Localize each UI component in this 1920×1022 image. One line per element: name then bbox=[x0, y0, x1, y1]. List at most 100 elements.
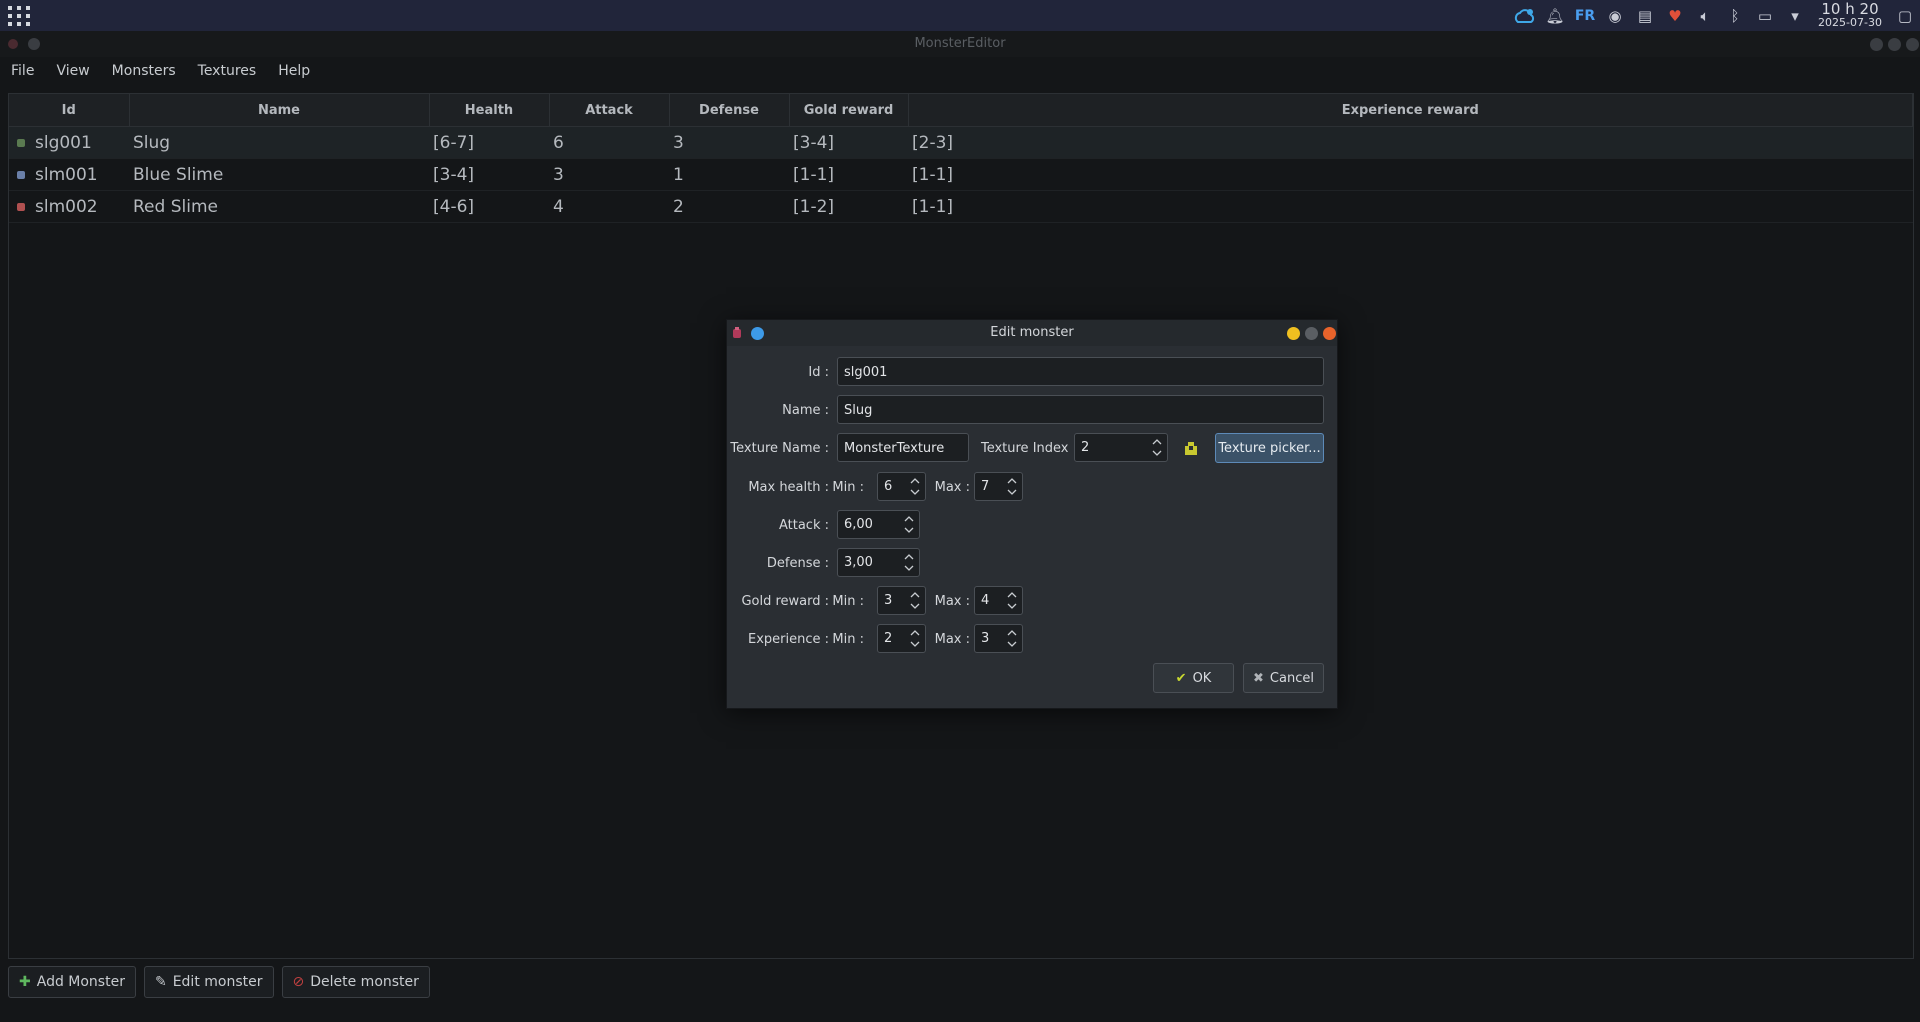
action-bar: ✚ Add Monster ✎ Edit monster ⊘ Delete mo… bbox=[8, 966, 430, 998]
dialog-close-button[interactable] bbox=[1323, 327, 1336, 340]
column-header-attack[interactable]: Attack bbox=[549, 94, 670, 127]
dialog-title: Edit monster bbox=[990, 325, 1074, 340]
spin-arrows-icon[interactable] bbox=[909, 589, 921, 612]
health-min-spinbox[interactable]: 6 bbox=[877, 472, 926, 501]
system-tray: 🔔︎ FR ◉ ▤ ♥ 🔈︎ ᛒ ▭ ▾ 10 h 20 2025-07-30 … bbox=[1510, 0, 1920, 31]
spin-arrows-icon[interactable] bbox=[1006, 627, 1018, 650]
volume-icon[interactable]: 🔈︎ bbox=[1690, 0, 1720, 31]
spin-arrows-icon[interactable] bbox=[909, 475, 921, 498]
weather-icon[interactable] bbox=[1510, 0, 1540, 31]
menu-monsters[interactable]: Monsters bbox=[101, 63, 187, 79]
max-health-label: Max health : bbox=[748, 480, 829, 495]
keyboard-layout-indicator[interactable]: FR bbox=[1570, 0, 1600, 31]
tray-expand-icon[interactable]: ▾ bbox=[1780, 0, 1810, 31]
cell-name: Slug bbox=[129, 126, 429, 159]
attack-spinbox[interactable]: 6,00 bbox=[837, 510, 920, 539]
health-max-label: Max : bbox=[934, 480, 970, 495]
exp-max-spinbox[interactable]: 3 bbox=[974, 624, 1023, 653]
dialog-minimize-button[interactable] bbox=[1287, 327, 1300, 340]
gold-min-label: Min : bbox=[832, 594, 864, 609]
health-max-value: 7 bbox=[981, 479, 990, 494]
gold-max-spinbox[interactable]: 4 bbox=[974, 586, 1023, 615]
column-header-gold-reward[interactable]: Gold reward bbox=[789, 94, 909, 127]
display-icon[interactable]: ▭ bbox=[1750, 0, 1780, 31]
cell-defense: 1 bbox=[669, 158, 789, 191]
system-panel: 🔔︎ FR ◉ ▤ ♥ 🔈︎ ᛒ ▭ ▾ 10 h 20 2025-07-30 … bbox=[0, 0, 1920, 31]
cell-id: slm002 bbox=[35, 196, 98, 217]
table-header: Id Name Health Attack Defense Gold rewar… bbox=[9, 94, 1913, 127]
gold-min-spinbox[interactable]: 3 bbox=[877, 586, 926, 615]
night-light-icon[interactable]: ♥ bbox=[1660, 0, 1690, 31]
x-icon: ✖ bbox=[1253, 670, 1264, 686]
spin-arrows-icon[interactable] bbox=[1151, 436, 1163, 459]
ok-button[interactable]: ✔ OK bbox=[1153, 663, 1234, 693]
spin-arrows-icon[interactable] bbox=[909, 627, 921, 650]
cell-defense: 3 bbox=[669, 126, 789, 159]
cell-gold: [1-1] bbox=[789, 158, 908, 191]
cell-id: slm001 bbox=[35, 164, 98, 185]
dialog-maximize-button[interactable] bbox=[1305, 327, 1318, 340]
user-icon[interactable]: ◉ bbox=[1600, 0, 1630, 31]
texture-index-spinbox[interactable]: 2 bbox=[1074, 433, 1168, 462]
app-launcher-icon[interactable] bbox=[8, 6, 30, 26]
menu-help[interactable]: Help bbox=[267, 63, 321, 79]
clock-time: 10 h 20 bbox=[1821, 0, 1879, 18]
close-button[interactable] bbox=[1906, 38, 1919, 51]
notifications-icon[interactable]: 🔔︎ bbox=[1540, 0, 1570, 31]
clipboard-icon[interactable]: ▤ bbox=[1630, 0, 1660, 31]
column-header-defense[interactable]: Defense bbox=[669, 94, 790, 127]
table-row[interactable]: slg001 Slug [6-7] 6 3 [3-4] [2-3] bbox=[9, 126, 1913, 159]
window-menu-icon[interactable] bbox=[28, 38, 40, 50]
column-header-name[interactable]: Name bbox=[129, 94, 430, 127]
clock[interactable]: 10 h 20 2025-07-30 bbox=[1810, 0, 1890, 30]
minimize-button[interactable] bbox=[1870, 38, 1883, 51]
name-field[interactable]: Slug bbox=[837, 395, 1324, 424]
id-field[interactable]: slg001 bbox=[837, 357, 1324, 386]
texture-picker-button[interactable]: Texture picker... bbox=[1215, 433, 1324, 463]
ok-label: OK bbox=[1192, 670, 1212, 686]
id-label: Id : bbox=[808, 365, 829, 380]
cell-id: slg001 bbox=[35, 132, 92, 153]
table-row[interactable]: slm001 Blue Slime [3-4] 3 1 [1-1] [1-1] bbox=[9, 158, 1913, 191]
texture-index-label: Texture Index : bbox=[980, 441, 1077, 456]
column-header-experience-reward[interactable]: Experience reward bbox=[908, 94, 1913, 127]
defense-spinbox[interactable]: 3,00 bbox=[837, 548, 920, 577]
texture-index-value: 2 bbox=[1081, 440, 1090, 455]
cell-health: [4-6] bbox=[429, 190, 549, 223]
attack-value: 6,00 bbox=[844, 517, 873, 532]
cancel-label: Cancel bbox=[1269, 670, 1314, 686]
health-max-spinbox[interactable]: 7 bbox=[974, 472, 1023, 501]
cell-exp: [2-3] bbox=[908, 126, 1913, 159]
menu-view[interactable]: View bbox=[45, 63, 100, 79]
menu-textures[interactable]: Textures bbox=[187, 63, 268, 79]
column-header-health[interactable]: Health bbox=[429, 94, 550, 127]
cell-defense: 2 bbox=[669, 190, 789, 223]
cell-attack: 6 bbox=[549, 126, 669, 159]
table-row[interactable]: slm002 Red Slime [4-6] 4 2 [1-2] [1-1] bbox=[9, 190, 1913, 223]
exp-min-spinbox[interactable]: 2 bbox=[877, 624, 926, 653]
check-icon: ✔ bbox=[1175, 670, 1187, 686]
exp-max-label: Max : bbox=[934, 632, 970, 647]
exp-min-value: 2 bbox=[884, 631, 893, 646]
menu-file[interactable]: File bbox=[0, 63, 45, 79]
texture-name-field[interactable]: MonsterTexture bbox=[837, 433, 969, 462]
spin-arrows-icon[interactable] bbox=[903, 513, 915, 536]
edit-monster-button[interactable]: ✎ Edit monster bbox=[143, 966, 274, 998]
add-monster-button[interactable]: ✚ Add Monster bbox=[8, 966, 136, 998]
column-header-id[interactable]: Id bbox=[9, 94, 130, 127]
show-desktop-icon[interactable]: ▢ bbox=[1890, 0, 1920, 31]
delete-monster-button[interactable]: ⊘ Delete monster bbox=[281, 966, 430, 998]
cell-attack: 3 bbox=[549, 158, 669, 191]
experience-label: Experience : bbox=[747, 632, 829, 647]
spin-arrows-icon[interactable] bbox=[903, 551, 915, 574]
spin-arrows-icon[interactable] bbox=[1006, 589, 1018, 612]
monster-icon bbox=[17, 170, 25, 179]
cancel-button[interactable]: ✖ Cancel bbox=[1243, 663, 1324, 693]
health-min-label: Min : bbox=[832, 480, 864, 495]
spin-arrows-icon[interactable] bbox=[1006, 475, 1018, 498]
keep-above-icon[interactable] bbox=[751, 327, 764, 340]
bluetooth-icon[interactable]: ᛒ bbox=[1720, 0, 1750, 31]
maximize-button[interactable] bbox=[1888, 38, 1901, 51]
cell-gold: [3-4] bbox=[789, 126, 908, 159]
dialog-app-icon bbox=[733, 327, 741, 338]
